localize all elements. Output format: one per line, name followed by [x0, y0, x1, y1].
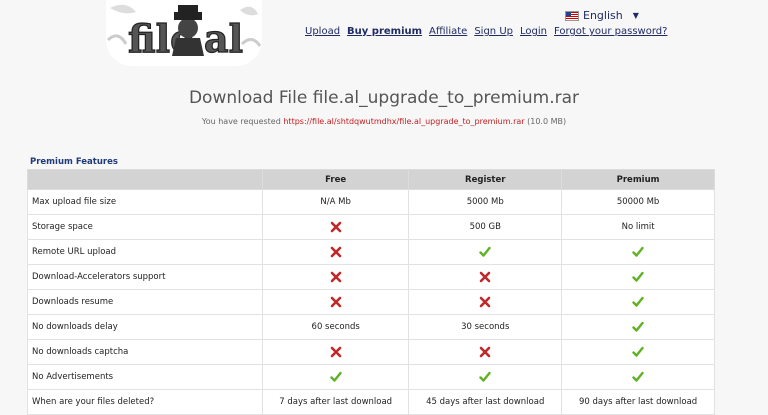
- chevron-down-icon: ▼: [632, 11, 639, 20]
- feature-label: Download-Accelerators support: [27, 264, 263, 290]
- register-cell: [408, 364, 563, 390]
- register-cell: [408, 339, 563, 365]
- table-row: Storage space 500 GB No limit: [27, 214, 715, 240]
- premium-cell: [561, 239, 715, 265]
- free-cell: [261, 239, 410, 265]
- register-cell: [408, 264, 563, 290]
- page-title: Download File file.al_upgrade_to_premium…: [188, 88, 580, 108]
- premium-cell: [561, 264, 715, 290]
- check-icon: [632, 371, 644, 383]
- nav-affiliate-link[interactable]: Affiliate: [429, 26, 467, 37]
- language-label: English: [583, 9, 623, 22]
- premium-cell: No limit: [561, 214, 715, 240]
- feature-label: When are your files deleted?: [27, 389, 263, 415]
- column-header-premium: Premium: [561, 169, 715, 190]
- table-row: No downloads captcha: [27, 339, 715, 365]
- nav-sign-up-link[interactable]: Sign Up: [474, 26, 513, 37]
- request-info: You have requested https://file.al/shtdq…: [0, 117, 768, 126]
- column-header-feature: [27, 169, 263, 190]
- top-navigation: Upload Buy premium Affiliate Sign Up Log…: [305, 26, 667, 37]
- check-icon: [632, 346, 644, 358]
- table-row: When are your files deleted? 7 days after…: [27, 389, 715, 415]
- premium-cell: [561, 339, 715, 365]
- register-cell: [408, 239, 563, 265]
- nav-upload-link[interactable]: Upload: [305, 26, 340, 37]
- check-icon: [632, 246, 644, 258]
- free-cell: 60 seconds: [261, 314, 410, 340]
- table-row: Max upload file size N/A Mb 5000 Mb 50000 M…: [27, 189, 715, 215]
- nav-login-link[interactable]: Login: [520, 26, 547, 37]
- cross-icon: [479, 296, 491, 308]
- cross-icon: [330, 346, 342, 358]
- premium-cell: [561, 364, 715, 390]
- premium-cell: [561, 289, 715, 315]
- request-prefix: You have requested: [201, 117, 281, 126]
- column-header-register: Register: [408, 169, 563, 190]
- table-row: Remote URL upload: [27, 239, 715, 265]
- cross-icon: [330, 296, 342, 308]
- check-icon: [329, 371, 342, 383]
- table-row: No downloads delay 60 seconds 30 seconds: [27, 314, 715, 340]
- cross-icon: [479, 271, 491, 283]
- free-cell: [261, 339, 410, 365]
- register-cell: [408, 289, 563, 315]
- free-cell: [261, 214, 410, 240]
- feature-label: Storage space: [27, 214, 263, 240]
- free-cell: [261, 364, 410, 390]
- cross-icon: [330, 221, 342, 233]
- nav-buy-premium-link[interactable]: Buy premium: [347, 26, 422, 37]
- column-header-free: Free: [261, 169, 410, 190]
- table-row: No Advertisements: [27, 364, 715, 390]
- request-size: (10.0 MB): [527, 117, 567, 126]
- register-cell: 500 GB: [408, 214, 563, 240]
- premium-cell: 50000 Mb: [561, 189, 715, 215]
- language-selector[interactable]: English ▼: [565, 9, 639, 22]
- check-icon: [632, 271, 644, 283]
- check-icon: [632, 296, 644, 308]
- table-row: Download-Accelerators support: [27, 264, 715, 290]
- cross-icon: [479, 346, 491, 358]
- nav-forgot-password-link[interactable]: Forgot your password?: [554, 26, 667, 37]
- cross-icon: [330, 271, 342, 283]
- premium-cell: [561, 314, 715, 340]
- table-row: Downloads resume: [27, 289, 715, 315]
- us-flag-icon: [565, 10, 579, 21]
- table-header-row: Free Register Premium: [27, 169, 715, 190]
- feature-label: Downloads resume: [27, 289, 263, 315]
- feature-label: Max upload file size: [27, 189, 263, 215]
- free-cell: N/A Mb: [261, 189, 410, 215]
- premium-cell: 90 days after last download: [561, 389, 715, 415]
- check-icon: [632, 321, 644, 333]
- cross-icon: [330, 246, 342, 258]
- check-icon: [479, 246, 491, 258]
- register-cell: 30 seconds: [408, 314, 563, 340]
- check-icon: [479, 371, 491, 383]
- premium-features-title: Premium Features: [30, 157, 118, 167]
- free-cell: 7 days after last download: [261, 389, 410, 415]
- free-cell: [261, 289, 410, 315]
- feature-label: No downloads delay: [27, 314, 263, 340]
- svg-text:al: al: [204, 16, 243, 61]
- feature-label: No Advertisements: [27, 364, 263, 390]
- register-cell: 5000 Mb: [408, 189, 563, 215]
- request-url-link[interactable]: https://file.al/shtdqwutmdhx/file.al_upg…: [283, 117, 524, 126]
- free-cell: [261, 264, 410, 290]
- feature-label: Remote URL upload: [27, 239, 263, 265]
- features-table: Free Register Premium Max upload file si…: [27, 169, 715, 415]
- feature-label: No downloads captcha: [27, 339, 263, 365]
- site-logo[interactable]: file al: [106, 0, 262, 66]
- register-cell: 45 days after last download: [408, 389, 563, 415]
